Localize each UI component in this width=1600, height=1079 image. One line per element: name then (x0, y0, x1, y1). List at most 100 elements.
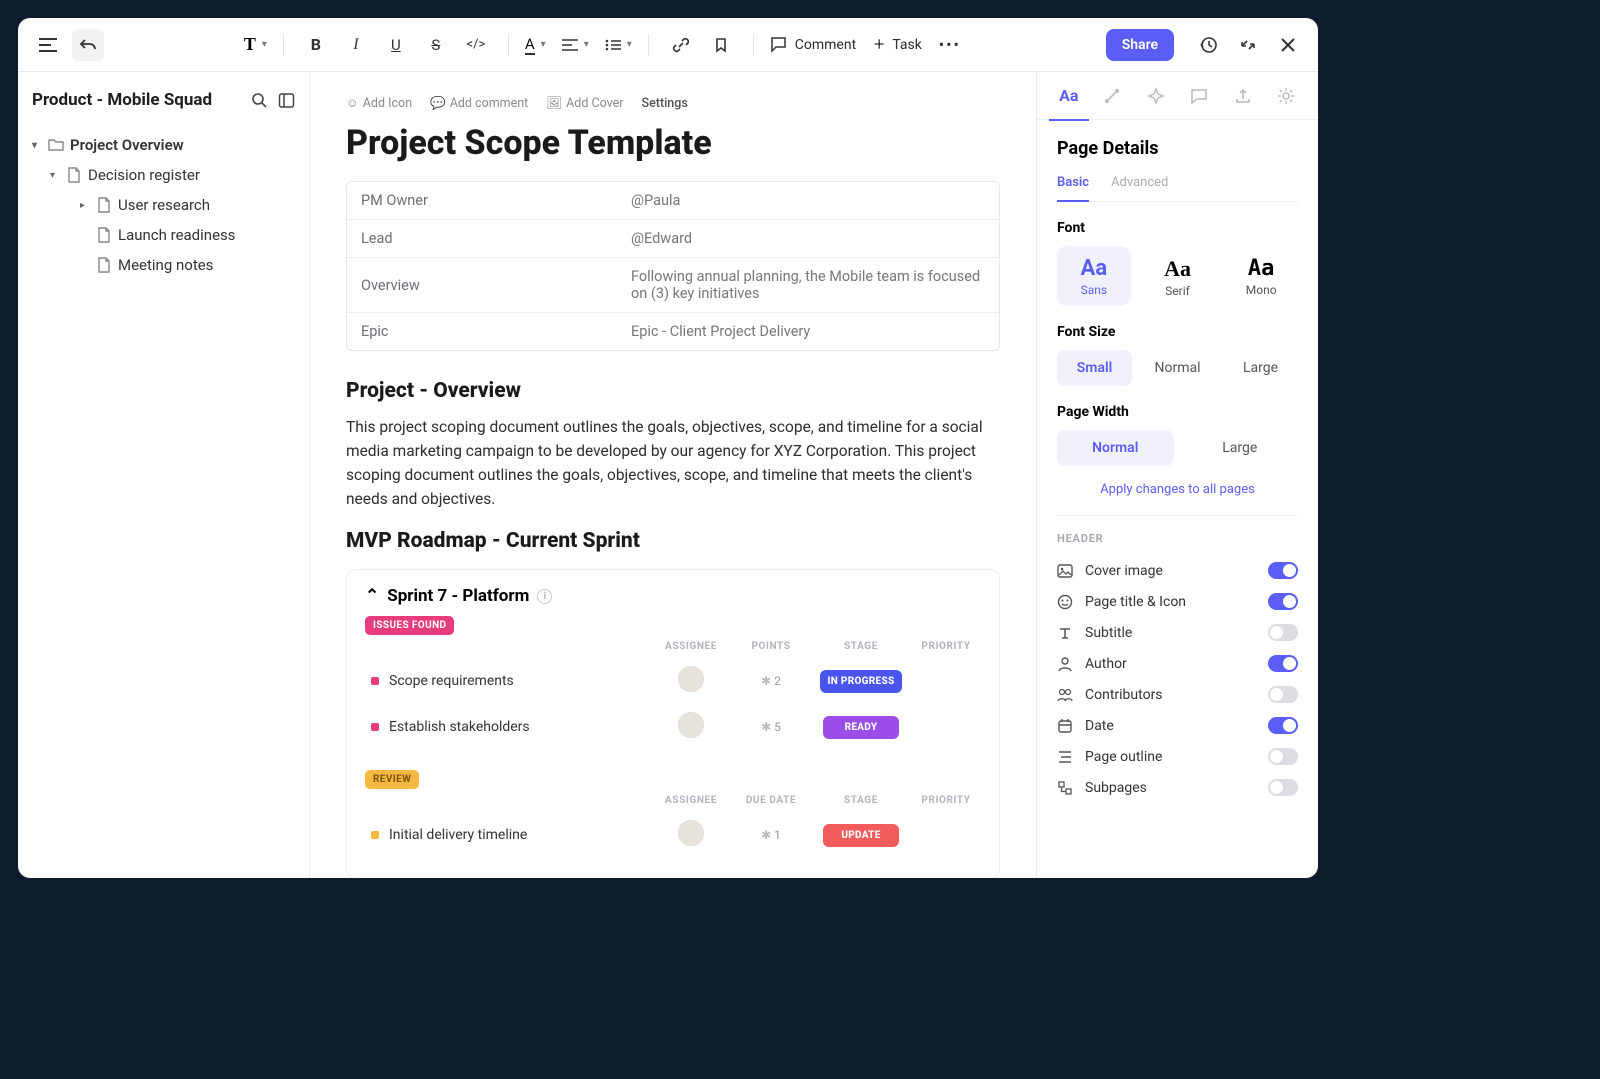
info-icon[interactable]: i (537, 589, 552, 604)
group-tag: ISSUES FOUND (365, 616, 454, 635)
text-icon (1057, 625, 1075, 641)
toggle-switch[interactable] (1268, 748, 1298, 765)
overview-heading: Project - Overview (346, 379, 1000, 403)
text-color-dropdown[interactable]: A▾ (525, 35, 546, 55)
subpages-icon (1057, 780, 1075, 796)
avatar (678, 820, 704, 846)
toggle-switch[interactable] (1268, 717, 1298, 734)
subtab-basic[interactable]: Basic (1057, 175, 1089, 202)
strikethrough-icon[interactable]: S (420, 29, 452, 61)
link-icon[interactable] (665, 29, 697, 61)
top-toolbar: T▾ B I U S </> A▾ ▾ ▾ Comment + Task (18, 18, 1318, 72)
comment-button[interactable]: Comment (770, 36, 856, 53)
subtab-advanced[interactable]: Advanced (1111, 175, 1168, 201)
header-option-contributors: Contributors (1057, 679, 1298, 710)
fontsize-option-large[interactable]: Large (1223, 350, 1298, 386)
header-option-cover-image: Cover image (1057, 555, 1298, 586)
font-option-mono[interactable]: AaMono (1224, 246, 1298, 306)
tab-export-icon[interactable] (1229, 82, 1257, 110)
toggle-switch[interactable] (1268, 593, 1298, 610)
sidebar-item-3[interactable]: Launch readiness (32, 220, 295, 250)
align-dropdown[interactable]: ▾ (562, 39, 589, 51)
fontsize-option-small[interactable]: Small (1057, 350, 1132, 386)
header-option-page-title-icon: Page title & Icon (1057, 586, 1298, 617)
tab-settings-icon[interactable] (1272, 82, 1300, 110)
code-icon[interactable]: </> (460, 29, 492, 61)
font-option-sans[interactable]: AaSans (1057, 246, 1131, 306)
settings-action[interactable]: Settings (642, 96, 688, 111)
bold-icon[interactable]: B (300, 29, 332, 61)
history-icon[interactable] (1192, 29, 1224, 61)
toggle-switch[interactable] (1268, 624, 1298, 641)
font-option-serif[interactable]: AaSerif (1141, 246, 1215, 306)
bookmark-icon[interactable] (705, 29, 737, 61)
tab-ai-icon[interactable] (1142, 82, 1170, 110)
width-option-large[interactable]: Large (1182, 430, 1299, 466)
tab-comments-icon[interactable] (1185, 82, 1213, 110)
info-row: OverviewFollowing annual planning, the M… (347, 257, 999, 312)
sprint-panel: ⌃ Sprint 7 - Platform i ISSUES FOUNDASSI… (346, 569, 1000, 878)
menu-icon[interactable] (32, 29, 64, 61)
toggle-switch[interactable] (1268, 779, 1298, 796)
header-option-author: Author (1057, 648, 1298, 679)
smile-icon (1057, 594, 1075, 610)
user-icon (1057, 656, 1075, 672)
header-option-subtitle: Subtitle (1057, 617, 1298, 648)
toggle-switch[interactable] (1268, 562, 1298, 579)
toggle-switch[interactable] (1268, 686, 1298, 703)
page-title[interactable]: Project Scope Template (346, 123, 1000, 163)
task-button[interactable]: + Task (874, 34, 922, 55)
task-row[interactable]: Scope requirements✱2IN PROGRESS (365, 658, 981, 704)
undo-icon[interactable] (72, 29, 104, 61)
sidebar-item-1[interactable]: ▾Decision register (32, 160, 295, 190)
share-button[interactable]: Share (1106, 29, 1174, 61)
info-row: Lead@Edward (347, 219, 999, 257)
task-row[interactable]: Initial delivery timeline✱1UPDATE (365, 812, 981, 858)
sprint-title: Sprint 7 - Platform (387, 586, 529, 606)
close-icon[interactable] (1272, 29, 1304, 61)
more-icon[interactable]: ••• (934, 29, 966, 61)
width-section-label: Page Width (1057, 404, 1298, 420)
tab-relations-icon[interactable] (1098, 82, 1126, 110)
overview-body[interactable]: This project scoping document outlines t… (346, 415, 986, 511)
avatar (678, 712, 704, 738)
sidebar-item-2[interactable]: ▸User research (32, 190, 295, 220)
tab-typography-icon[interactable]: Aa (1055, 82, 1083, 110)
sprint-collapse-icon[interactable]: ⌃ (365, 586, 379, 606)
header-option-date: Date (1057, 710, 1298, 741)
stage-badge: UPDATE (823, 824, 899, 847)
image-icon (1057, 563, 1075, 579)
apply-all-link[interactable]: Apply changes to all pages (1057, 482, 1298, 497)
fontsize-option-normal[interactable]: Normal (1140, 350, 1215, 386)
stage-badge: READY (823, 716, 899, 739)
info-row: EpicEpic - Client Project Delivery (347, 312, 999, 350)
text-style-dropdown[interactable]: T▾ (244, 34, 267, 55)
sidebar-item-4[interactable]: Meeting notes (32, 250, 295, 280)
outline-icon (1057, 749, 1075, 765)
users-icon (1057, 687, 1075, 703)
group-tag: REVIEW (365, 770, 419, 789)
add-comment-action[interactable]: 💬 Add comment (430, 96, 528, 111)
underline-icon[interactable]: U (380, 29, 412, 61)
header-section-label: HEADER (1057, 532, 1298, 545)
italic-icon[interactable]: I (340, 29, 372, 61)
width-option-normal[interactable]: Normal (1057, 430, 1174, 466)
add-cover-action[interactable]: 🖼 Add Cover (546, 96, 623, 111)
font-section-label: Font (1057, 220, 1298, 236)
right-panel: Aa Page Details Basic Advanced Font AaSa… (1036, 72, 1318, 878)
collapse-icon[interactable] (1232, 29, 1264, 61)
info-row: PM Owner@Paula (347, 182, 999, 219)
add-icon-action[interactable]: ☺ Add Icon (346, 96, 412, 111)
header-option-page-outline: Page outline (1057, 741, 1298, 772)
list-dropdown[interactable]: ▾ (605, 39, 632, 51)
task-row[interactable]: Establish stakeholders✱5READY (365, 704, 981, 750)
sidebar-item-0[interactable]: ▾Project Overview (32, 130, 295, 160)
toggle-switch[interactable] (1268, 655, 1298, 672)
roadmap-heading: MVP Roadmap - Current Sprint (346, 529, 1000, 553)
panel-title: Page Details (1057, 138, 1298, 159)
sidebar-title: Product - Mobile Squad (32, 90, 212, 110)
search-icon[interactable] (251, 92, 268, 109)
panel-toggle-icon[interactable] (278, 92, 295, 109)
avatar (678, 666, 704, 692)
calendar-icon (1057, 718, 1075, 734)
